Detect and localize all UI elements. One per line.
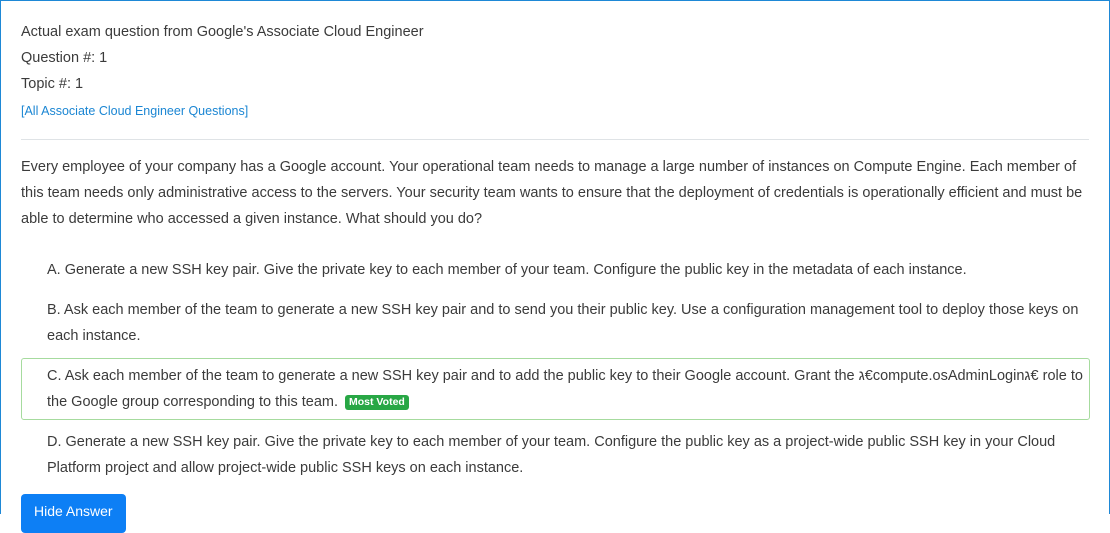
choice-c[interactable]: C. Ask each member of the team to genera… xyxy=(21,358,1090,420)
choice-a-text: A. Generate a new SSH key pair. Give the… xyxy=(47,262,967,278)
exam-source-line: Actual exam question from Google's Assoc… xyxy=(21,24,424,40)
all-questions-link[interactable]: [All Associate Cloud Engineer Questions] xyxy=(21,101,248,121)
most-voted-badge: Most Voted xyxy=(345,395,409,410)
question-number: Question #: 1 xyxy=(21,50,108,66)
header-divider xyxy=(21,139,1089,140)
choice-a[interactable]: A. Generate a new SSH key pair. Give the… xyxy=(21,252,1090,288)
answer-choices: A. Generate a new SSH key pair. Give the… xyxy=(21,252,1090,486)
choice-b[interactable]: B. Ask each member of the team to genera… xyxy=(21,292,1090,354)
topic-number: Topic #: 1 xyxy=(21,76,84,92)
choice-d[interactable]: D. Generate a new SSH key pair. Give the… xyxy=(21,424,1090,486)
choice-b-text: B. Ask each member of the team to genera… xyxy=(47,302,1079,344)
question-card: Actual exam question from Google's Assoc… xyxy=(0,0,1110,533)
question-text: Every employee of your company has a Goo… xyxy=(21,159,1083,227)
choice-c-text: C. Ask each member of the team to genera… xyxy=(47,368,1083,410)
choice-d-text: D. Generate a new SSH key pair. Give the… xyxy=(47,434,1056,476)
